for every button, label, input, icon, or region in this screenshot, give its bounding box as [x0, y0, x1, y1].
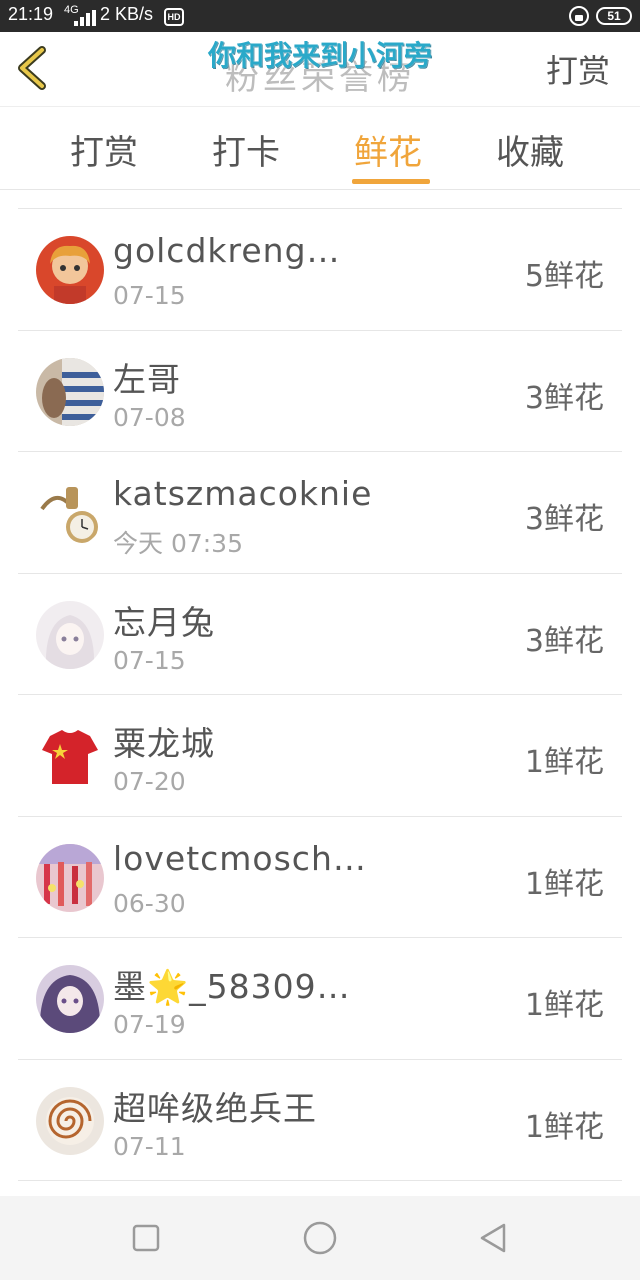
- list-item[interactable]: golcdkreng… 07-15 5鲜花: [18, 209, 622, 331]
- square-icon: [132, 1224, 160, 1252]
- fan-date: 07-11: [113, 1131, 186, 1161]
- purple-hair-avatar-icon: [36, 965, 104, 1033]
- fan-name: golcdkreng…: [113, 231, 341, 270]
- striped-shirt-avatar-icon: [36, 357, 104, 426]
- status-bar: 21:19 4G 2 KB/s HD 51: [0, 0, 640, 32]
- tab-reward[interactable]: 打赏: [70, 125, 138, 174]
- fan-name: 忘月兔: [113, 602, 215, 642]
- fan-name: 超哞级绝兵王: [113, 1088, 317, 1128]
- flower-count: 5鲜花: [524, 259, 604, 294]
- list-item[interactable]: 左哥 07-08 3鲜花: [18, 331, 622, 452]
- tab-bar: 打赏 打卡 鲜花 收藏: [0, 106, 640, 190]
- flower-count: 3鲜花: [524, 380, 604, 416]
- avatar: [36, 722, 104, 790]
- fan-date: 06-30: [113, 888, 186, 918]
- list-item[interactable]: 忘月兔 07-15 3鲜花: [18, 574, 622, 695]
- list-item[interactable]: lovetcmosch… 06-30 1鲜花: [18, 817, 622, 938]
- fan-date: 07-19: [113, 1010, 186, 1039]
- flower-count: 3鲜花: [524, 623, 604, 659]
- avatar: [36, 600, 104, 669]
- home-button[interactable]: [302, 1220, 338, 1256]
- fan-name: 左哥: [113, 359, 181, 399]
- festival-avatar-icon: [36, 843, 104, 912]
- flower-count: 1鲜花: [524, 988, 604, 1023]
- flower-count: 1鲜花: [524, 745, 604, 780]
- list-item[interactable]: 墨🌟_58309… 07-19 1鲜花: [18, 938, 622, 1060]
- avatar: [36, 843, 104, 912]
- tab-flowers[interactable]: 鲜花: [354, 125, 422, 174]
- overlay-caption: 你和我来到小河旁: [207, 39, 432, 72]
- hd-icon: HD: [164, 8, 184, 26]
- cartoon-girl-avatar-icon: [36, 236, 104, 304]
- fan-date: 07-15: [113, 645, 186, 675]
- fan-list: golcdkreng… 07-15 5鲜花 左哥 07-08 3鲜花 katsz…: [18, 208, 622, 1181]
- fan-date: 07-08: [113, 402, 186, 432]
- flower-count: 3鲜花: [524, 502, 604, 537]
- list-item[interactable]: katszmacoknie 今天 07:35 3鲜花: [18, 452, 622, 574]
- avatar: [36, 1086, 104, 1155]
- network-speed: 2 KB/s: [100, 4, 154, 24]
- tab-checkin[interactable]: 打卡: [212, 125, 280, 174]
- signal-icon: [74, 10, 96, 26]
- triangle-back-icon: [480, 1223, 506, 1253]
- pocket-watch-avatar-icon: [36, 479, 104, 547]
- avatar: [36, 965, 104, 1033]
- avatar: [36, 236, 104, 304]
- fan-date: 07-15: [113, 281, 186, 310]
- rotation-lock-icon: [569, 6, 589, 26]
- header: 粉丝荣誉榜 你和我来到小河旁 打赏: [0, 32, 640, 106]
- flower-count: 1鲜花: [524, 1109, 604, 1145]
- avatar: [36, 479, 104, 547]
- tab-favorites[interactable]: 收藏: [496, 125, 564, 174]
- fan-date: 今天 07:35: [113, 529, 243, 558]
- reward-button[interactable]: 打赏: [546, 46, 610, 92]
- system-back-button[interactable]: [476, 1220, 512, 1256]
- list-item[interactable]: 超哞级绝兵王 07-11 1鲜花: [18, 1060, 622, 1181]
- status-time: 21:19: [8, 4, 54, 24]
- fan-name: 墨🌟_58309…: [113, 967, 351, 1006]
- fan-name: katszmacoknie: [113, 474, 373, 513]
- fan-name: 粟龙城: [113, 724, 215, 763]
- anime-girl-avatar-icon: [36, 600, 104, 669]
- circle-icon: [303, 1221, 337, 1255]
- avatar: [36, 357, 104, 426]
- active-tab-indicator: [352, 179, 430, 184]
- system-nav-bar: [0, 1196, 640, 1280]
- fan-date: 07-20: [113, 767, 186, 796]
- flower-count: 1鲜花: [524, 866, 604, 902]
- recent-apps-button[interactable]: [128, 1220, 164, 1256]
- red-star-shirt-avatar-icon: [36, 722, 104, 790]
- list-item[interactable]: 粟龙城 07-20 1鲜花: [18, 695, 622, 817]
- fan-name: lovetcmosch…: [113, 838, 367, 878]
- nautilus-shell-avatar-icon: [36, 1086, 104, 1155]
- battery-icon: 51: [596, 7, 632, 25]
